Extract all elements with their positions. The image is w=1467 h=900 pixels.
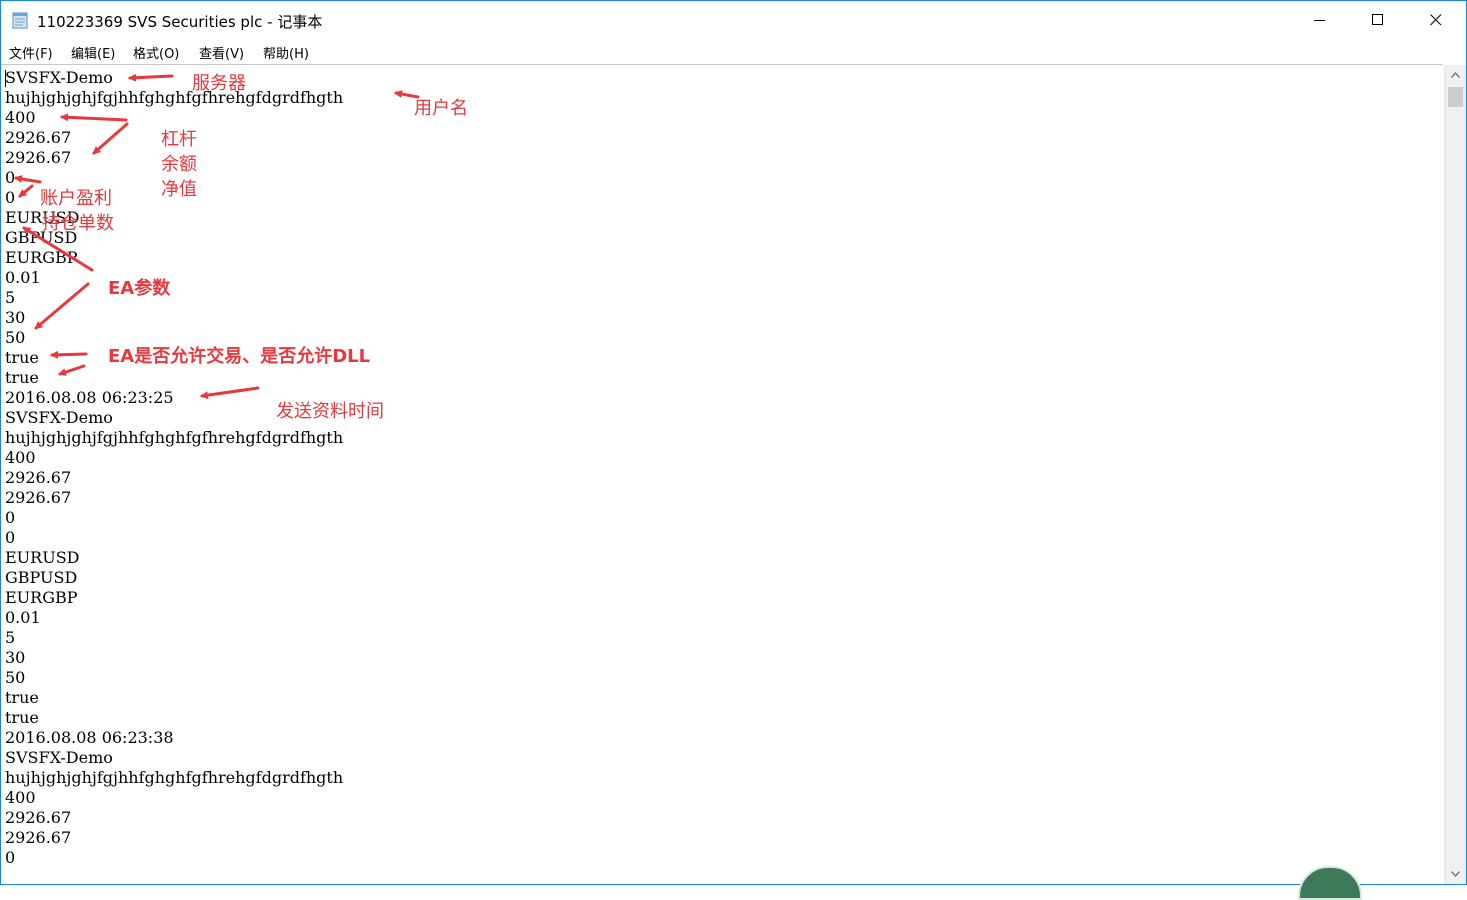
scroll-thumb[interactable] bbox=[1448, 87, 1463, 107]
title-bar[interactable]: 110223369 SVS Securities plc - 记事本 bbox=[1, 1, 1466, 39]
notepad-icon bbox=[12, 12, 28, 29]
text-line: SVSFX-Demo bbox=[5, 68, 113, 87]
text-line: 0 bbox=[5, 188, 16, 207]
text-line: 30 bbox=[5, 308, 26, 327]
menu-format[interactable]: 格式(O) bbox=[133, 43, 179, 62]
text-line: 400 bbox=[5, 788, 36, 807]
text-line: GBPUSD bbox=[5, 568, 78, 587]
text-line: 2926.67 bbox=[5, 148, 72, 167]
text-line: 5 bbox=[5, 628, 16, 647]
text-line: hujhjghjghjfgjhhfghghfgfhrehgfdgrdfhgth bbox=[5, 428, 344, 447]
text-line: 2926.67 bbox=[5, 828, 72, 847]
text-line: 2016.08.08 06:23:25 bbox=[5, 388, 174, 407]
text-line: EURUSD bbox=[5, 208, 80, 227]
maximize-icon bbox=[1372, 14, 1383, 25]
text-line: EURGBP bbox=[5, 248, 78, 267]
text-line: 0 bbox=[5, 528, 16, 547]
document-text: SVSFX-Demo hujhjghjghjfgjhhfghghfgfhrehgf… bbox=[5, 68, 343, 868]
text-line: true bbox=[5, 348, 39, 367]
text-line: 0 bbox=[5, 168, 16, 187]
text-line: 0.01 bbox=[5, 608, 41, 627]
minimize-button[interactable] bbox=[1291, 1, 1349, 39]
text-line: hujhjghjghjfgjhhfghghfgfhrehgfdgrdfhgth bbox=[5, 88, 344, 107]
text-line: 0 bbox=[5, 848, 16, 867]
close-icon bbox=[1430, 14, 1442, 26]
window-title: 110223369 SVS Securities plc - 记事本 bbox=[37, 13, 323, 31]
text-line: 2016.08.08 06:23:38 bbox=[5, 728, 174, 747]
text-line: 50 bbox=[5, 328, 26, 347]
scroll-up-button[interactable] bbox=[1445, 65, 1466, 85]
text-line: EURGBP bbox=[5, 588, 78, 607]
text-line: 400 bbox=[5, 448, 36, 467]
text-line: hujhjghjghjfgjhhfghghfgfhrehgfdgrdfhgth bbox=[5, 768, 344, 787]
notepad-window: 110223369 SVS Securities plc - 记事本 文件(F)… bbox=[0, 0, 1467, 885]
text-line: 2926.67 bbox=[5, 468, 72, 487]
menu-bar: 文件(F) 编辑(E) 格式(O) 查看(V) 帮助(H) bbox=[1, 39, 1466, 63]
menu-view[interactable]: 查看(V) bbox=[199, 43, 244, 62]
chevron-down-icon bbox=[1451, 871, 1460, 877]
text-line: 50 bbox=[5, 668, 26, 687]
maximize-button[interactable] bbox=[1349, 1, 1407, 39]
text-line: 400 bbox=[5, 108, 36, 127]
text-line: GBPUSD bbox=[5, 228, 78, 247]
minimize-icon bbox=[1314, 20, 1325, 21]
text-line: 5 bbox=[5, 288, 16, 307]
text-line: SVSFX-Demo bbox=[5, 748, 113, 767]
menu-help[interactable]: 帮助(H) bbox=[263, 43, 309, 62]
close-button[interactable] bbox=[1407, 1, 1465, 39]
text-caret bbox=[5, 70, 6, 87]
text-line: 30 bbox=[5, 648, 26, 667]
text-line: 0 bbox=[5, 508, 16, 527]
menu-edit[interactable]: 编辑(E) bbox=[71, 43, 115, 62]
scroll-down-button[interactable] bbox=[1445, 864, 1466, 884]
text-line: 2926.67 bbox=[5, 808, 72, 827]
text-editor[interactable]: SVSFX-Demo hujhjghjghjfgjhhfghghfgfhrehgf… bbox=[1, 64, 1443, 884]
menu-file[interactable]: 文件(F) bbox=[9, 43, 53, 62]
text-line: SVSFX-Demo bbox=[5, 408, 113, 427]
text-line: true bbox=[5, 708, 39, 727]
text-line: 2926.67 bbox=[5, 488, 72, 507]
vertical-scrollbar[interactable] bbox=[1444, 65, 1466, 884]
text-line: 2926.67 bbox=[5, 128, 72, 147]
chevron-up-icon bbox=[1451, 72, 1460, 78]
text-line: EURUSD bbox=[5, 548, 80, 567]
text-line: 0.01 bbox=[5, 268, 41, 287]
text-line: true bbox=[5, 368, 39, 387]
text-line: true bbox=[5, 688, 39, 707]
